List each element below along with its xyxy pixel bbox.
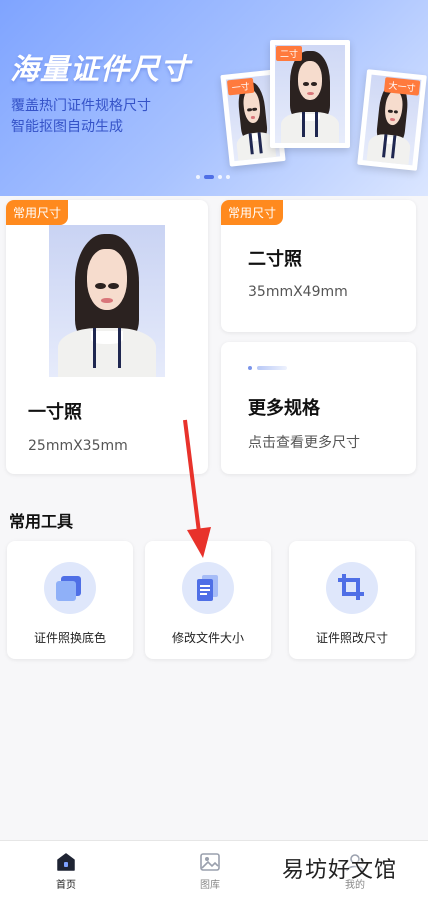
one-inch-photo-card[interactable]: 常用尺寸 一寸照 25mmX35mm: [6, 200, 208, 474]
tool-label: 证件照换底色: [33, 631, 106, 645]
tab-gallery[interactable]: 图库: [180, 851, 240, 891]
tab-label: 图库: [200, 880, 220, 891]
tab-home[interactable]: 首页: [36, 851, 96, 891]
tool-label: 证件照改尺寸: [315, 631, 388, 645]
tool-change-size[interactable]: 证件照改尺寸: [289, 541, 415, 659]
banner-photo-tag: 二寸: [276, 46, 303, 61]
crop-icon: [326, 562, 378, 614]
banner-subtitle-1: 覆盖热门证件规格尺寸: [11, 98, 151, 114]
banner-title: 海量证件尺寸: [10, 52, 191, 86]
card-title: 更多规格: [248, 398, 320, 419]
card-size: 25mmX35mm: [28, 438, 128, 454]
carousel-dot: [226, 175, 230, 179]
card-subtitle: 点击查看更多尺寸: [248, 435, 360, 451]
hero-banner[interactable]: 海量证件尺寸 覆盖热门证件规格尺寸 智能抠图自动生成 一寸 大一寸 二寸: [0, 0, 428, 196]
banner-photo-two-inch: 二寸: [270, 40, 350, 148]
tool-resize-file[interactable]: 修改文件大小: [145, 541, 271, 659]
watermark-text: 易坊好文馆: [282, 858, 398, 883]
card-title: 二寸照: [248, 249, 302, 270]
decorative-dash-icon: [248, 366, 288, 370]
common-size-tag: 常用尺寸: [221, 200, 284, 225]
document-icon: [182, 562, 234, 614]
home-icon: [55, 851, 77, 873]
carousel-dot: [196, 175, 200, 179]
gallery-icon: [199, 851, 221, 873]
banner-photo-large-one-inch: 大一寸: [357, 69, 427, 171]
tool-label: 修改文件大小: [171, 631, 244, 645]
carousel-indicator: [196, 175, 230, 179]
banner-photo-tag: 一寸: [226, 77, 255, 96]
section-title-tools: 常用工具: [9, 512, 74, 531]
common-size-tag: 常用尺寸: [6, 200, 69, 225]
sample-portrait: [49, 225, 165, 377]
more-specs-card[interactable]: 更多规格 点击查看更多尺寸: [221, 342, 416, 474]
tool-change-background[interactable]: 证件照换底色: [7, 541, 133, 659]
two-inch-photo-card[interactable]: 常用尺寸 二寸照 35mmX49mm: [221, 200, 416, 332]
carousel-dot: [218, 175, 222, 179]
banner-subtitle-2: 智能抠图自动生成: [11, 119, 123, 135]
card-size: 35mmX49mm: [248, 284, 348, 300]
layers-icon: [44, 562, 96, 614]
carousel-dot-active: [204, 175, 214, 179]
tab-label: 首页: [56, 880, 76, 891]
card-title: 一寸照: [28, 402, 82, 423]
